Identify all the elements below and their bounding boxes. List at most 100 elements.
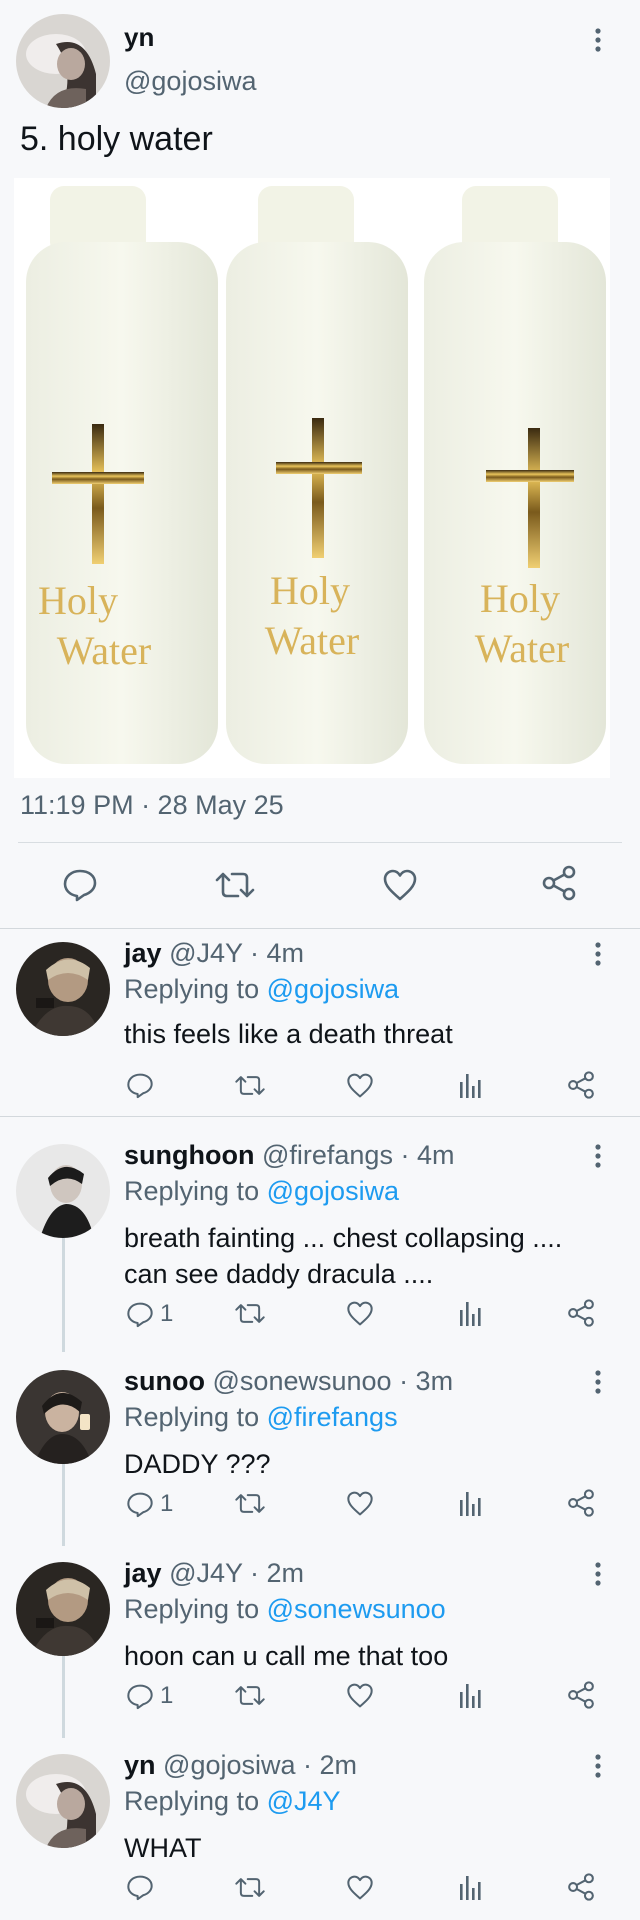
heart-icon[interactable]: [346, 1682, 374, 1709]
avatar[interactable]: [16, 942, 110, 1036]
reply-tweet[interactable]: jay @J4Y · 2m Replying to @sonewsunoo ho…: [0, 1548, 640, 1738]
more-vertical-icon[interactable]: [586, 942, 610, 972]
reply-tweet[interactable]: sunoo @sonewsunoo · 3m Replying to @fire…: [0, 1356, 640, 1546]
avatar[interactable]: [16, 1754, 110, 1848]
reply-text-line: DADDY ???: [124, 1449, 271, 1479]
share-icon[interactable]: [566, 1070, 596, 1100]
analytics-icon[interactable]: [458, 1490, 482, 1516]
reply-time: · 4m: [250, 938, 305, 968]
divider: [0, 1116, 640, 1117]
reply-header: sunoo @sonewsunoo · 3m: [124, 1366, 453, 1397]
reply-text-line: can see daddy dracula ....: [124, 1259, 434, 1289]
share-icon[interactable]: [566, 1298, 596, 1328]
author-avatar[interactable]: [16, 14, 110, 108]
reply-author-name[interactable]: sunoo: [124, 1366, 205, 1396]
heart-icon[interactable]: [346, 1072, 374, 1099]
reply-time: · 4m: [400, 1140, 455, 1170]
more-vertical-icon[interactable]: [586, 1562, 610, 1592]
reply-author-name[interactable]: jay: [124, 1558, 162, 1588]
reply-tweet[interactable]: jay @J4Y · 4m Replying to @gojosiwa this…: [0, 928, 640, 1116]
reply-header: yn @gojosiwa · 2m: [124, 1750, 357, 1781]
analytics-icon[interactable]: [458, 1072, 482, 1098]
reply-count: 1: [160, 1490, 174, 1517]
reply-author-handle[interactable]: @gojosiwa: [163, 1750, 295, 1780]
tweet-text: 5. holy water: [20, 120, 213, 158]
reply-author-name[interactable]: sunghoon: [124, 1140, 254, 1170]
reply-count: 1: [160, 1300, 174, 1327]
replying-to: Replying to @gojosiwa: [124, 974, 399, 1005]
replying-to-link[interactable]: @gojosiwa: [267, 1176, 399, 1206]
retweet-icon[interactable]: [234, 1490, 266, 1517]
reply-header: jay @J4Y · 2m: [124, 1558, 304, 1589]
bottle-image: [226, 186, 408, 764]
more-vertical-icon[interactable]: [586, 28, 610, 58]
replying-to-prefix: Replying to: [124, 1594, 260, 1624]
bottle-label-line1: Holy: [270, 568, 350, 613]
reply-author-handle[interactable]: @J4Y: [169, 1558, 242, 1588]
replying-to-link[interactable]: @J4Y: [267, 1786, 341, 1816]
reply-author-handle[interactable]: @sonewsunoo: [213, 1366, 392, 1396]
reply-icon[interactable]: 1: [126, 1300, 173, 1328]
retweet-icon[interactable]: [214, 868, 256, 902]
reply-text-line: hoon can u call me that too: [124, 1641, 449, 1671]
analytics-icon[interactable]: [458, 1682, 482, 1708]
replying-to: Replying to @J4Y: [124, 1786, 341, 1817]
replying-to: Replying to @gojosiwa: [124, 1176, 399, 1207]
analytics-icon[interactable]: [458, 1300, 482, 1326]
reply-author-handle[interactable]: @firefangs: [262, 1140, 393, 1170]
tweet-timestamp[interactable]: 11:19 PM · 28 May 25: [20, 790, 284, 821]
analytics-icon[interactable]: [458, 1874, 482, 1900]
main-tweet: yn @gojosiwa 5. holy water Holy Water Ho…: [0, 0, 640, 928]
reply-tweet[interactable]: sunghoon @firefangs · 4m Replying to @go…: [0, 1130, 640, 1350]
reply-icon[interactable]: [126, 1874, 160, 1901]
retweet-icon[interactable]: [234, 1300, 266, 1327]
share-icon[interactable]: [566, 1680, 596, 1710]
reply-tweet[interactable]: yn @gojosiwa · 2m Replying to @J4Y WHAT: [0, 1740, 640, 1920]
avatar[interactable]: [16, 1144, 110, 1238]
heart-icon[interactable]: [346, 1490, 374, 1517]
replying-to-prefix: Replying to: [124, 1176, 260, 1206]
more-vertical-icon[interactable]: [586, 1754, 610, 1784]
author-name[interactable]: yn: [124, 22, 154, 53]
reply-time: · 2m: [303, 1750, 358, 1780]
reply-icon[interactable]: 1: [126, 1682, 173, 1710]
reply-text-line: WHAT: [124, 1833, 202, 1863]
reply-text: WHAT: [124, 1830, 604, 1866]
share-icon[interactable]: [540, 864, 578, 902]
bottle-image: [424, 186, 606, 764]
avatar[interactable]: [16, 1370, 110, 1464]
heart-icon[interactable]: [382, 868, 418, 902]
reply-text: breath fainting ... chest collapsing ...…: [124, 1220, 604, 1292]
reply-count: 1: [160, 1682, 174, 1709]
author-handle[interactable]: @gojosiwa: [124, 66, 256, 97]
heart-icon[interactable]: [346, 1874, 374, 1901]
reply-author-name[interactable]: yn: [124, 1750, 156, 1780]
share-icon[interactable]: [566, 1488, 596, 1518]
more-vertical-icon[interactable]: [586, 1144, 610, 1174]
more-vertical-icon[interactable]: [586, 1370, 610, 1400]
tweet-photo[interactable]: Holy Water Holy Water Holy Water: [14, 178, 610, 778]
replying-to-prefix: Replying to: [124, 1402, 260, 1432]
reply-author-name[interactable]: jay: [124, 938, 162, 968]
reply-text: hoon can u call me that too: [124, 1638, 604, 1674]
retweet-icon[interactable]: [234, 1874, 266, 1901]
avatar[interactable]: [16, 1562, 110, 1656]
reply-time: · 2m: [250, 1558, 305, 1588]
heart-icon[interactable]: [346, 1300, 374, 1327]
retweet-icon[interactable]: [234, 1682, 266, 1709]
replying-to-prefix: Replying to: [124, 974, 260, 1004]
reply-text-line: this feels like a death threat: [124, 1019, 453, 1049]
replying-to-prefix: Replying to: [124, 1786, 260, 1816]
reply-author-handle[interactable]: @J4Y: [169, 938, 242, 968]
reply-icon[interactable]: 1: [126, 1490, 173, 1518]
replying-to-link[interactable]: @sonewsunoo: [267, 1594, 446, 1624]
reply-icon[interactable]: [126, 1072, 160, 1099]
share-icon[interactable]: [566, 1872, 596, 1902]
retweet-icon[interactable]: [234, 1072, 266, 1099]
replying-to-link[interactable]: @gojosiwa: [267, 974, 399, 1004]
replying-to-link[interactable]: @firefangs: [267, 1402, 398, 1432]
reply-icon[interactable]: [62, 868, 98, 902]
bottle-label-line1: Holy: [38, 578, 118, 623]
bottle-label-line1: Holy: [480, 576, 560, 621]
replying-to: Replying to @sonewsunoo: [124, 1594, 446, 1625]
